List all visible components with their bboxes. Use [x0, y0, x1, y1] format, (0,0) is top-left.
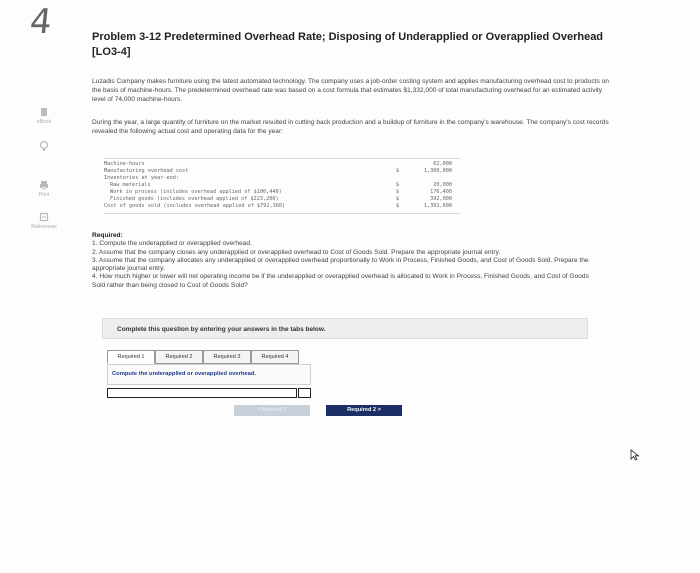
required-item: 3. Assume that the company allocates any…	[92, 256, 589, 273]
ebook-button[interactable]: eBook	[22, 107, 66, 125]
required-tabs: Required 1 Required 2 Required 3 Require…	[107, 350, 299, 364]
cost-data-table: Machine-hours 62,000 Manufacturing overhe…	[104, 158, 460, 214]
table-row: Finished goods (includes overhead applie…	[110, 196, 452, 202]
print-button[interactable]: Print	[22, 180, 66, 198]
hint-icon	[39, 140, 49, 151]
required-item: 1. Compute the underapplied or overappli…	[92, 240, 252, 248]
required-item: 2. Assume that the company closes any un…	[92, 248, 501, 256]
tab-instruction: Compute the underapplied or overapplied …	[112, 371, 256, 377]
answer-label-input[interactable]	[107, 388, 297, 398]
ebook-label: eBook	[36, 119, 52, 125]
intro-paragraph: Luzadis Company makes furniture using th…	[92, 78, 609, 103]
page-number: 4	[27, 2, 54, 42]
required-item: 4. How much higher or lower will net ope…	[92, 273, 589, 289]
table-row: Work in process (includes overhead appli…	[110, 189, 452, 195]
book-icon	[41, 108, 47, 116]
table-row: Cost of goods sold (includes overhead ap…	[104, 203, 452, 209]
prev-required-button[interactable]: < Required 1	[234, 405, 310, 416]
problem-title: Problem 3-12 Predetermined Overhead Rate…	[92, 31, 604, 58]
print-icon	[40, 181, 48, 190]
required-section: Required: 1. Compute the underapplied or…	[92, 232, 602, 290]
year-paragraph: During the year, a large quantity of fur…	[92, 119, 609, 135]
references-label: References	[31, 224, 57, 230]
references-icon	[39, 212, 49, 222]
table-row: Inventories at year-end:	[104, 175, 179, 181]
mouse-cursor-icon	[630, 449, 640, 461]
answer-amount-input[interactable]	[298, 388, 311, 398]
tab-required-4[interactable]: Required 4	[251, 350, 299, 364]
tab-required-3[interactable]: Required 3	[203, 350, 251, 364]
print-label: Print	[38, 192, 50, 198]
table-row: Machine-hours 62,000	[104, 161, 452, 167]
tab-required-2[interactable]: Required 2	[155, 350, 203, 364]
references-button[interactable]: References	[22, 212, 66, 230]
complete-banner: Complete this question by entering your …	[102, 318, 588, 339]
tab-required-1[interactable]: Required 1	[107, 350, 155, 364]
table-row: Raw materials $20,000	[110, 182, 452, 188]
table-row: Manufacturing overhead cost $1,300,000	[104, 168, 452, 174]
required-heading: Required:	[92, 232, 123, 239]
tab-panel: Compute the underapplied or overapplied …	[107, 364, 311, 385]
next-required-button[interactable]: Required 2 >	[326, 405, 402, 416]
hint-button[interactable]	[22, 140, 66, 154]
